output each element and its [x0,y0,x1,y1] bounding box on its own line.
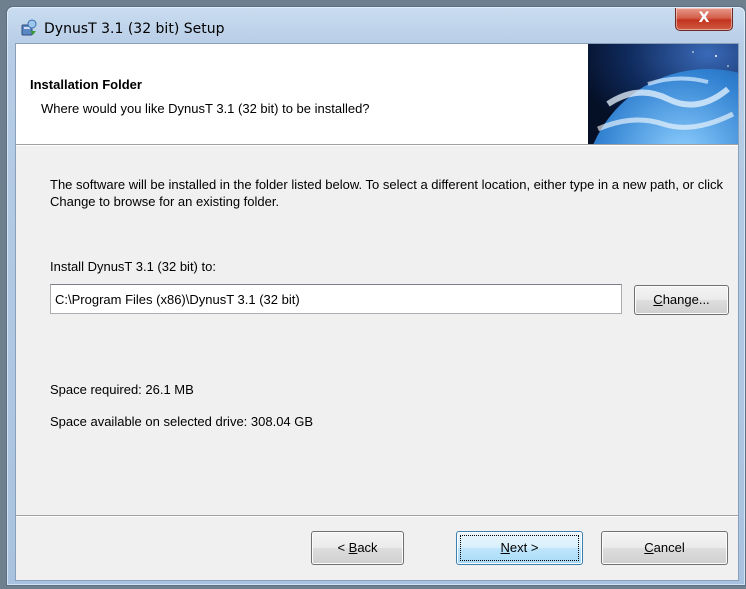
installer-icon [21,19,37,36]
install-path-input[interactable] [50,284,622,314]
footer-separator [16,515,738,517]
back-button[interactable]: < Back [311,531,404,565]
close-button[interactable]: X [675,8,733,31]
dialog-client-area: Installation Folder Where would you like… [15,43,739,581]
window-title: DynusT 3.1 (32 bit) Setup [44,21,225,37]
setup-window: DynusT 3.1 (32 bit) Setup X Installation… [6,6,746,586]
page-subtitle: Where would you like DynusT 3.1 (32 bit)… [41,101,370,116]
close-icon: X [698,10,710,26]
title-bar[interactable]: DynusT 3.1 (32 bit) Setup X [7,7,745,43]
earth-globe-icon [588,44,738,144]
folder-description: The software will be installed in the fo… [50,177,723,209]
cancel-button[interactable]: Cancel [601,531,728,565]
space-required-text: Space required: 26.1 MB [50,382,194,397]
space-available-text: Space available on selected drive: 308.0… [50,414,314,429]
dialog-header: Installation Folder Where would you like… [16,44,738,145]
change-button[interactable]: Change... [634,285,729,315]
page-title: Installation Folder [30,77,142,92]
install-path-label: Install DynusT 3.1 (32 bit) to: [50,259,216,274]
next-button[interactable]: Next > [456,531,583,565]
